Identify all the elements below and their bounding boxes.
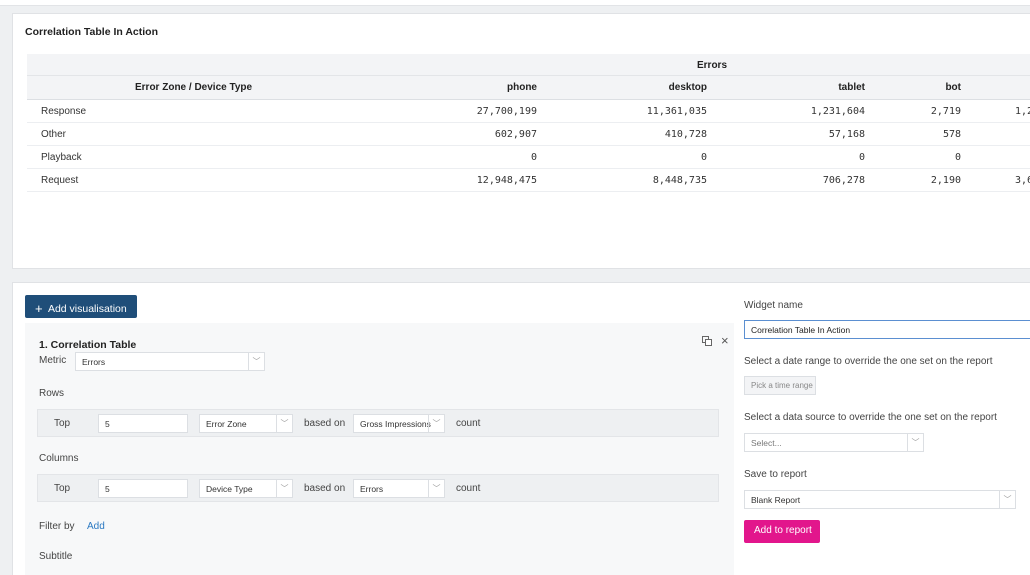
filter-by-label: Filter by bbox=[39, 521, 75, 532]
rows-based-on-select[interactable]: Gross Impressions ﹀ bbox=[353, 414, 445, 433]
cell-value: 410,728 bbox=[664, 129, 707, 140]
cell-value: 0 bbox=[954, 152, 961, 163]
row-label: Other bbox=[41, 129, 67, 140]
columns-dimension-select[interactable]: Device Type ﹀ bbox=[199, 479, 293, 498]
table-row: Playback 0 0 0 0 bbox=[27, 146, 1030, 169]
columns-dimension-value: Device Type bbox=[206, 484, 253, 494]
chevron-down-icon: ﹀ bbox=[428, 480, 444, 497]
metric-value: Errors bbox=[82, 357, 106, 367]
cell-value: 12,948,475 bbox=[476, 175, 537, 186]
group-header-label: Errors bbox=[697, 60, 728, 71]
config-title: 1. Correlation Table bbox=[39, 339, 137, 351]
plus-icon: + bbox=[35, 301, 43, 316]
widget-preview: Correlation Table In Action Errors Error… bbox=[12, 13, 1030, 269]
table-column-header: Error Zone / Device Type phone desktop t… bbox=[27, 76, 1030, 100]
cell-value: 11,361,035 bbox=[646, 106, 707, 117]
data-source-select[interactable]: Select... ﹀ bbox=[744, 433, 924, 452]
chevron-down-icon: ﹀ bbox=[276, 415, 292, 432]
rows-top-label: Top bbox=[54, 418, 71, 429]
rows-based-on-label: based on bbox=[304, 418, 346, 429]
widget-name-input[interactable]: Correlation Table In Action bbox=[744, 320, 1030, 339]
widget-settings: Widget name Correlation Table In Action … bbox=[744, 282, 1030, 575]
cell-value: 602,907 bbox=[494, 129, 537, 140]
subtitle-label: Subtitle bbox=[39, 551, 73, 562]
table-row: Request 12,948,475 8,448,735 706,278 2,1… bbox=[27, 169, 1030, 192]
chevron-down-icon: ﹀ bbox=[248, 353, 264, 370]
rows-dimension-value: Error Zone bbox=[206, 419, 247, 429]
close-icon[interactable]: × bbox=[721, 333, 729, 348]
metric-label: Metric bbox=[39, 355, 67, 366]
duplicate-icon[interactable] bbox=[702, 336, 712, 346]
rows-label: Rows bbox=[39, 388, 65, 399]
rows-based-on-value: Gross Impressions bbox=[360, 419, 431, 429]
column-header-desktop[interactable]: desktop bbox=[669, 82, 707, 93]
table-row: Response 27,700,199 11,361,035 1,231,604… bbox=[27, 100, 1030, 123]
row-header-label: Error Zone / Device Type bbox=[135, 82, 253, 93]
cell-value: 578 bbox=[942, 129, 961, 140]
save-to-report-value: Blank Report bbox=[751, 495, 801, 505]
cell-value: 2,190 bbox=[930, 175, 961, 186]
data-source-label: Select a data source to override the one… bbox=[744, 412, 997, 423]
columns-config-bar: Top 5 Device Type ﹀ based on Errors ﹀ co… bbox=[37, 474, 719, 502]
cell-value: 706,278 bbox=[822, 175, 865, 186]
cell-value: 0 bbox=[858, 152, 865, 163]
cell-value: 8,448,735 bbox=[652, 175, 707, 186]
pick-time-range-button[interactable]: Pick a time range bbox=[744, 376, 816, 395]
date-range-label: Select a date range to override the one … bbox=[744, 356, 993, 367]
filter-add-link[interactable]: Add bbox=[87, 521, 105, 532]
cell-value: 0 bbox=[700, 152, 707, 163]
cell-value: 27,700,199 bbox=[476, 106, 537, 117]
row-label: Response bbox=[41, 106, 87, 117]
cell-value: 57,168 bbox=[828, 129, 865, 140]
columns-count-label: count bbox=[456, 483, 481, 494]
add-visualisation-button[interactable]: + Add visualisation ▼ bbox=[25, 295, 137, 326]
chevron-down-icon: ﹀ bbox=[428, 415, 444, 432]
columns-based-on-value: Errors bbox=[360, 484, 384, 494]
chevron-down-icon: ﹀ bbox=[907, 434, 923, 451]
column-header-bot[interactable]: bot bbox=[945, 82, 961, 93]
add-visualisation-label: Add visualisation bbox=[47, 303, 127, 315]
save-to-report-label: Save to report bbox=[744, 469, 807, 480]
correlation-table: Errors Error Zone / Device Type phone de… bbox=[27, 54, 1030, 192]
columns-label: Columns bbox=[39, 453, 79, 464]
columns-based-on-label: based on bbox=[304, 483, 346, 494]
rows-top-input[interactable]: 5 bbox=[98, 414, 188, 433]
table-row: Other 602,907 410,728 57,168 578 bbox=[27, 123, 1030, 146]
cell-value: 0 bbox=[530, 152, 537, 163]
top-strip bbox=[0, 0, 1030, 6]
visualisation-config: 1. Correlation Table × Metric Errors ﹀ R… bbox=[25, 323, 734, 575]
save-to-report-select[interactable]: Blank Report ﹀ bbox=[744, 490, 1016, 509]
columns-based-on-select[interactable]: Errors ﹀ bbox=[353, 479, 445, 498]
add-to-report-button[interactable]: Add to report bbox=[744, 520, 820, 543]
cell-value-cut: 1,2 bbox=[1015, 106, 1030, 117]
column-header-tablet[interactable]: tablet bbox=[838, 82, 865, 93]
table-group-header: Errors bbox=[27, 54, 1030, 76]
widget-name-label: Widget name bbox=[744, 300, 803, 311]
columns-top-input[interactable]: 5 bbox=[98, 479, 188, 498]
row-label: Playback bbox=[41, 152, 82, 163]
row-label: Request bbox=[41, 175, 79, 186]
cell-value: 1,231,604 bbox=[810, 106, 865, 117]
widget-title: Correlation Table In Action bbox=[25, 26, 159, 38]
rows-count-label: count bbox=[456, 418, 481, 429]
metric-select[interactable]: Errors ﹀ bbox=[75, 352, 265, 371]
rows-dimension-select[interactable]: Error Zone ﹀ bbox=[199, 414, 293, 433]
rows-config-bar: Top 5 Error Zone ﹀ based on Gross Impres… bbox=[37, 409, 719, 437]
chevron-down-icon: ﹀ bbox=[276, 480, 292, 497]
column-header-phone[interactable]: phone bbox=[507, 82, 537, 93]
cell-value: 2,719 bbox=[930, 106, 961, 117]
cell-value-cut: 3,6 bbox=[1015, 175, 1030, 186]
data-source-value: Select... bbox=[751, 438, 782, 448]
columns-top-label: Top bbox=[54, 483, 71, 494]
chevron-down-icon: ﹀ bbox=[999, 491, 1015, 508]
